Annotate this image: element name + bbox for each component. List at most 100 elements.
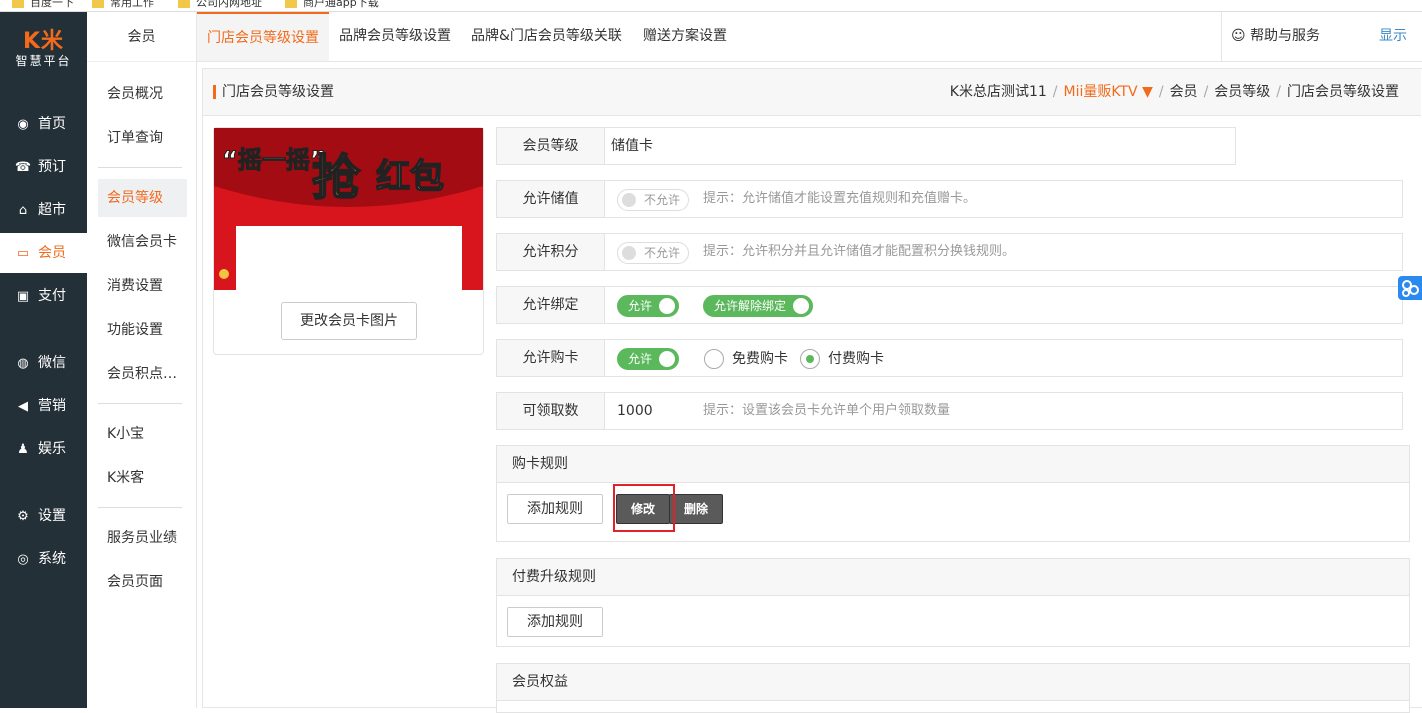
breadcrumb-separator: / [1158, 84, 1164, 100]
phone-icon: ☎ [14, 160, 32, 175]
nav-item-wechat[interactable]: ◍ 微信 [0, 343, 87, 383]
share-icon [1402, 280, 1419, 297]
help-button[interactable]: ☺ 帮助与服务 [1221, 12, 1361, 61]
radio-label: 付费购卡 [828, 351, 884, 367]
toggle-knob [659, 298, 676, 314]
tab-gift-plan[interactable]: 赠送方案设置 [643, 12, 727, 61]
subnav-item-consume-settings[interactable]: 消费设置 [98, 267, 187, 305]
highlight-box [613, 484, 675, 532]
radio-paid-buy[interactable]: 付费购卡 [800, 348, 884, 370]
basket-icon: ⌂ [18, 203, 28, 218]
max-claim-input[interactable]: 1000 [617, 393, 653, 429]
nav-label: 超市 [38, 202, 66, 218]
subnav-item-staff-performance[interactable]: 服务员业绩 [98, 519, 187, 557]
toggle-label: 允许 [628, 299, 653, 313]
bookmark-label: 常用工作 [110, 0, 154, 9]
megaphone-icon: ◀ [18, 399, 28, 414]
row-allow-stored: 允许储值 不允许 提示：允许储值才能设置充值规则和充值赠卡。 [496, 180, 1403, 218]
nav-item-home[interactable]: ◉ 首页 [0, 104, 87, 144]
nav-item-payment[interactable]: ▣ 支付 [0, 276, 87, 316]
toggle-knob [793, 298, 810, 314]
radio-label: 免费购卡 [732, 351, 788, 367]
bookmark-item[interactable]: 常用工作 [92, 0, 154, 10]
breadcrumb: K米总店测试11 / Mii量贩KTV ▼ / 会员 / 会员等级 / 门店会员等级设置 [950, 69, 1399, 115]
member-level-input[interactable]: 储值卡 [611, 128, 653, 164]
change-card-image-button[interactable]: 更改会员卡图片 [281, 302, 417, 340]
nav-item-member[interactable]: ▭ 会员 [0, 233, 87, 273]
subnav-item-member-page[interactable]: 会员页面 [98, 563, 187, 601]
red-envelope-image: “摇一摇” 抢 红包 [214, 128, 483, 290]
subnav-divider [98, 403, 182, 404]
nav-label: 微信 [38, 355, 66, 371]
nav-item-supermarket[interactable]: ⌂ 超市 [0, 190, 87, 230]
allow-points-toggle[interactable]: 不允许 [617, 242, 690, 264]
nav-label: 娱乐 [38, 441, 66, 457]
breadcrumb-company[interactable]: K米总店测试11 [950, 84, 1047, 100]
store-selector[interactable]: Mii量贩KTV ▼ [1064, 84, 1153, 100]
add-buy-rule-button[interactable]: 添加规则 [507, 494, 603, 524]
money-icon: ▣ [16, 289, 30, 304]
bookmark-item[interactable]: 商户通app下载 [285, 0, 379, 10]
field-label: 允许绑定 [497, 287, 605, 323]
delete-rule-button[interactable]: 删除 [669, 494, 723, 524]
logo[interactable]: K米 智慧平台 [0, 12, 87, 74]
allow-bind-toggle[interactable]: 允许 [617, 295, 680, 317]
row-member-level: 会员等级 储值卡 [496, 127, 1236, 165]
subnav-item-kxiaobao[interactable]: K小宝 [98, 415, 187, 453]
add-upgrade-rule-button[interactable]: 添加规则 [507, 607, 603, 637]
subnav-item-function-settings[interactable]: 功能设置 [98, 311, 187, 349]
subnav-item-wechat-card[interactable]: 微信会员卡 [98, 223, 187, 261]
breadcrumb-separator: / [1203, 84, 1209, 100]
panel-title: 付费升级规则 [497, 559, 1409, 596]
nav-item-entertainment[interactable]: ♟ 娱乐 [0, 429, 87, 469]
nav-label: 会员 [38, 245, 66, 261]
radio-circle [800, 349, 820, 369]
subnav-item-orders[interactable]: 订单查询 [98, 119, 187, 157]
toggle-knob [659, 351, 676, 367]
card-rest-text: 红包 [376, 157, 444, 197]
breadcrumb-separator: / [1276, 84, 1281, 100]
logo-subtitle: 智慧平台 [15, 54, 72, 68]
nav-item-settings[interactable]: ⚙ 设置 [0, 496, 87, 536]
folder-icon [178, 0, 190, 8]
row-allow-points: 允许积分 不允许 提示：允许积分并且允许储值才能配置积分换钱规则。 [496, 233, 1403, 271]
row-allow-bind: 允许绑定 允许 允许解除绑定 [496, 286, 1403, 324]
subnav-item-member-points[interactable]: 会员积点… [98, 355, 187, 393]
tab-store-member-level[interactable]: 门店会员等级设置 [197, 12, 329, 61]
nav-item-booking[interactable]: ☎ 预订 [0, 147, 87, 187]
tab-brand-store-link[interactable]: 品牌&门店会员等级关联 [471, 12, 622, 61]
subnav-divider [98, 167, 182, 168]
caret-down-icon: ▼ [1142, 84, 1153, 100]
tab-brand-member-level[interactable]: 品牌会员等级设置 [339, 12, 451, 61]
field-label: 允许积分 [497, 234, 605, 270]
bookmark-label: 百度一下 [30, 0, 74, 9]
field-label: 可领取数 [497, 393, 605, 429]
subnav-item-overview[interactable]: 会员概况 [98, 75, 187, 113]
row-max-claim: 可领取数 1000 提示：设置该会员卡允许单个用户领取数量 [496, 392, 1403, 430]
allow-unbind-toggle[interactable]: 允许解除绑定 [703, 295, 814, 317]
nav-item-system[interactable]: ◎ 系统 [0, 539, 87, 579]
subnav-header: 会员 [87, 12, 196, 62]
show-link[interactable]: 显示 [1379, 12, 1407, 60]
breadcrumb-item[interactable]: 会员 [1170, 84, 1198, 100]
subnav-item-kmike[interactable]: K米客 [98, 459, 187, 497]
breadcrumb-item: 门店会员等级设置 [1287, 84, 1399, 100]
field-label: 允许储值 [497, 181, 605, 217]
store-name: Mii量贩KTV [1063, 84, 1138, 100]
nav-label: 设置 [38, 508, 66, 524]
panel-benefits: 会员权益 [496, 663, 1410, 713]
bookmark-item[interactable]: 公司内网地址 [178, 0, 262, 10]
subnav-item-member-level[interactable]: 会员等级 [98, 179, 187, 217]
bookmark-item[interactable]: 百度一下 [12, 0, 74, 10]
radio-free-buy[interactable]: 免费购卡 [704, 348, 788, 370]
breadcrumb-item[interactable]: 会员等级 [1214, 84, 1270, 100]
floating-widget-button[interactable] [1398, 276, 1422, 300]
subnav-divider [98, 507, 182, 508]
top-tabs-bar: 门店会员等级设置 品牌会员等级设置 品牌&门店会员等级关联 赠送方案设置 ☺ 帮… [197, 12, 1422, 62]
bookmark-label: 商户通app下载 [303, 0, 379, 9]
nav-item-marketing[interactable]: ◀ 营销 [0, 386, 87, 426]
allow-stored-toggle[interactable]: 不允许 [617, 189, 690, 211]
toggle-label: 不允许 [644, 193, 681, 207]
nav-label: 营销 [38, 398, 66, 414]
allow-buy-toggle[interactable]: 允许 [617, 348, 680, 370]
